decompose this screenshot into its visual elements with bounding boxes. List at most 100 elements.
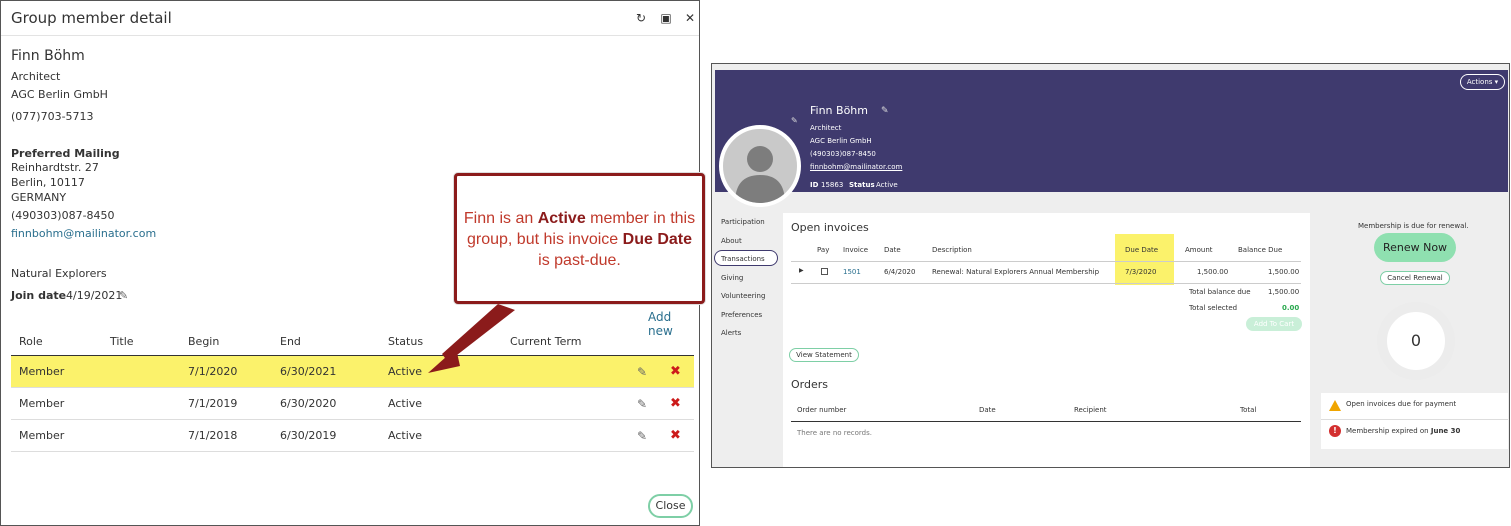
due-date-highlight	[1115, 234, 1174, 285]
callout-text: Finn is an Active member in this group, …	[463, 210, 696, 269]
roles-table: Role Title Begin End Status Current Term…	[11, 328, 694, 452]
row-role: Member	[19, 397, 65, 410]
col-order-date: Date	[979, 406, 996, 414]
group-name: Natural Explorers	[11, 267, 107, 280]
pay-checkbox[interactable]	[821, 268, 828, 275]
nav-item-about[interactable]: About	[721, 237, 742, 245]
nav-item-alerts[interactable]: Alerts	[721, 329, 741, 337]
col-current-term: Current Term	[510, 335, 582, 348]
invoice-due-date: 7/3/2020	[1125, 268, 1157, 276]
row-end: 6/30/2020	[280, 397, 337, 410]
col-total: Total	[1240, 406, 1257, 414]
error-icon: !	[1329, 425, 1341, 437]
join-date-label: Join date	[11, 289, 67, 302]
edit-row-icon[interactable]: ✎	[637, 397, 647, 411]
mailing-heading: Preferred Mailing	[11, 147, 120, 160]
col-end: End	[280, 335, 301, 348]
dialog-title: Group member detail	[11, 9, 172, 27]
mailing-phone: (490303)087-8450	[11, 209, 115, 222]
delete-row-icon[interactable]: ✖	[670, 428, 681, 443]
invoice-count-ring: 0	[1377, 302, 1455, 380]
table-row[interactable]: Member 7/1/2020 6/30/2021 Active ✎ ✖	[11, 356, 694, 388]
total-selected-label: Total selected	[1189, 304, 1238, 312]
renewal-panel: Membership is due for renewal. Renew Now…	[1321, 213, 1508, 467]
edit-join-date-icon[interactable]: ✎	[119, 289, 128, 302]
edit-avatar-icon[interactable]: ✎	[791, 116, 798, 125]
invoice-amount: 1,500.00	[1197, 268, 1229, 276]
close-icon[interactable]: ✕	[683, 11, 697, 25]
id-label: ID	[810, 181, 819, 189]
mailing-city: Berlin, 10117	[11, 176, 85, 189]
row-end: 6/30/2019	[280, 429, 337, 442]
row-role: Member	[19, 365, 65, 378]
invoice-description: Renewal: Natural Explorers Annual Member…	[932, 268, 1100, 276]
id-value: 15863	[821, 181, 844, 189]
status-value: Active	[876, 181, 898, 189]
dialog-header: Group member detail ↻ ▣ ✕	[1, 1, 699, 36]
col-due-date: Due Date	[1125, 246, 1159, 254]
warning-icon	[1329, 400, 1341, 411]
close-button[interactable]: Close	[648, 494, 693, 518]
profile-company: AGC Berlin GmbH	[810, 137, 872, 145]
row-status: Active	[388, 429, 423, 442]
open-invoices-title: Open invoices	[791, 221, 869, 234]
maximize-icon[interactable]: ▣	[659, 11, 673, 25]
row-begin: 7/1/2019	[188, 397, 238, 410]
total-balance-value: 1,500.00	[1268, 288, 1300, 296]
nav-item-preferences[interactable]: Preferences	[721, 311, 762, 319]
orders-title: Orders	[791, 378, 828, 391]
annotation-callout: Finn is an Active member in this group, …	[454, 173, 705, 304]
col-date: Date	[884, 246, 901, 254]
cancel-renewal-button[interactable]: Cancel Renewal	[1380, 271, 1450, 285]
total-selected-value: 0.00	[1282, 304, 1300, 312]
callout-arrow-icon	[428, 304, 515, 373]
transactions-panel: Open invoices Pay Invoice Date Descripti…	[783, 213, 1310, 467]
col-description: Description	[932, 246, 972, 254]
alert-open-invoices: Open invoices due for payment	[1346, 400, 1457, 408]
col-recipient: Recipient	[1074, 406, 1107, 414]
nav-item-volunteering[interactable]: Volunteering	[721, 292, 765, 300]
add-to-cart-button[interactable]: Add To Cart	[1246, 317, 1302, 331]
member-name: Finn Böhm	[11, 48, 85, 64]
row-begin: 7/1/2020	[188, 365, 238, 378]
table-row[interactable]: Member 7/1/2018 6/30/2019 Active ✎ ✖	[11, 420, 694, 452]
table-row[interactable]: Member 7/1/2019 6/30/2020 Active ✎ ✖	[11, 388, 694, 420]
member-phone: (077)703-5713	[11, 110, 94, 123]
status-label: Status	[849, 181, 875, 189]
col-balance-due: Balance Due	[1238, 246, 1283, 254]
actions-dropdown[interactable]: Actions ▾	[1460, 74, 1505, 90]
delete-row-icon[interactable]: ✖	[670, 364, 681, 379]
edit-row-icon[interactable]: ✎	[637, 365, 647, 379]
renew-now-button[interactable]: Renew Now	[1374, 233, 1456, 262]
invoice-link[interactable]: 1501	[843, 268, 861, 276]
total-balance-label: Total balance due	[1189, 288, 1251, 296]
renewal-note: Membership is due for renewal.	[1358, 222, 1469, 230]
no-records-text: There are no records.	[797, 429, 872, 437]
profile-email-link[interactable]: finnbohm@mailinator.com	[810, 163, 902, 171]
col-amount: Amount	[1185, 246, 1213, 254]
edit-name-icon[interactable]: ✎	[881, 106, 889, 116]
col-title: Title	[110, 335, 134, 348]
divider	[1321, 419, 1508, 420]
nav-item-giving[interactable]: Giving	[721, 274, 743, 282]
expand-row-icon[interactable]: ▶	[799, 267, 804, 274]
member-company: AGC Berlin GmbH	[11, 88, 108, 101]
member-email-link[interactable]: finnbohm@mailinator.com	[11, 227, 156, 240]
avatar	[719, 125, 801, 207]
invoice-date: 6/4/2020	[884, 268, 916, 276]
delete-row-icon[interactable]: ✖	[670, 396, 681, 411]
nav-item-participation[interactable]: Participation	[721, 218, 765, 226]
row-role: Member	[19, 429, 65, 442]
mailing-street: Reinhardtstr. 27	[11, 161, 99, 174]
roles-table-header: Role Title Begin End Status Current Term	[11, 328, 694, 356]
refresh-icon[interactable]: ↻	[634, 11, 648, 25]
nav-item-transactions[interactable]: Transactions	[721, 255, 765, 263]
mailing-country: GERMANY	[11, 191, 67, 204]
view-statement-button[interactable]: View Statement	[789, 348, 859, 362]
profile-banner: Actions ▾ Finn Böhm ✎ ✎ Architect AGC Be…	[715, 70, 1508, 192]
edit-row-icon[interactable]: ✎	[637, 429, 647, 443]
col-pay: Pay	[817, 246, 830, 254]
row-end: 6/30/2021	[280, 365, 337, 378]
join-date-value: 4/19/2021	[66, 289, 123, 302]
profile-job-title: Architect	[810, 124, 842, 132]
